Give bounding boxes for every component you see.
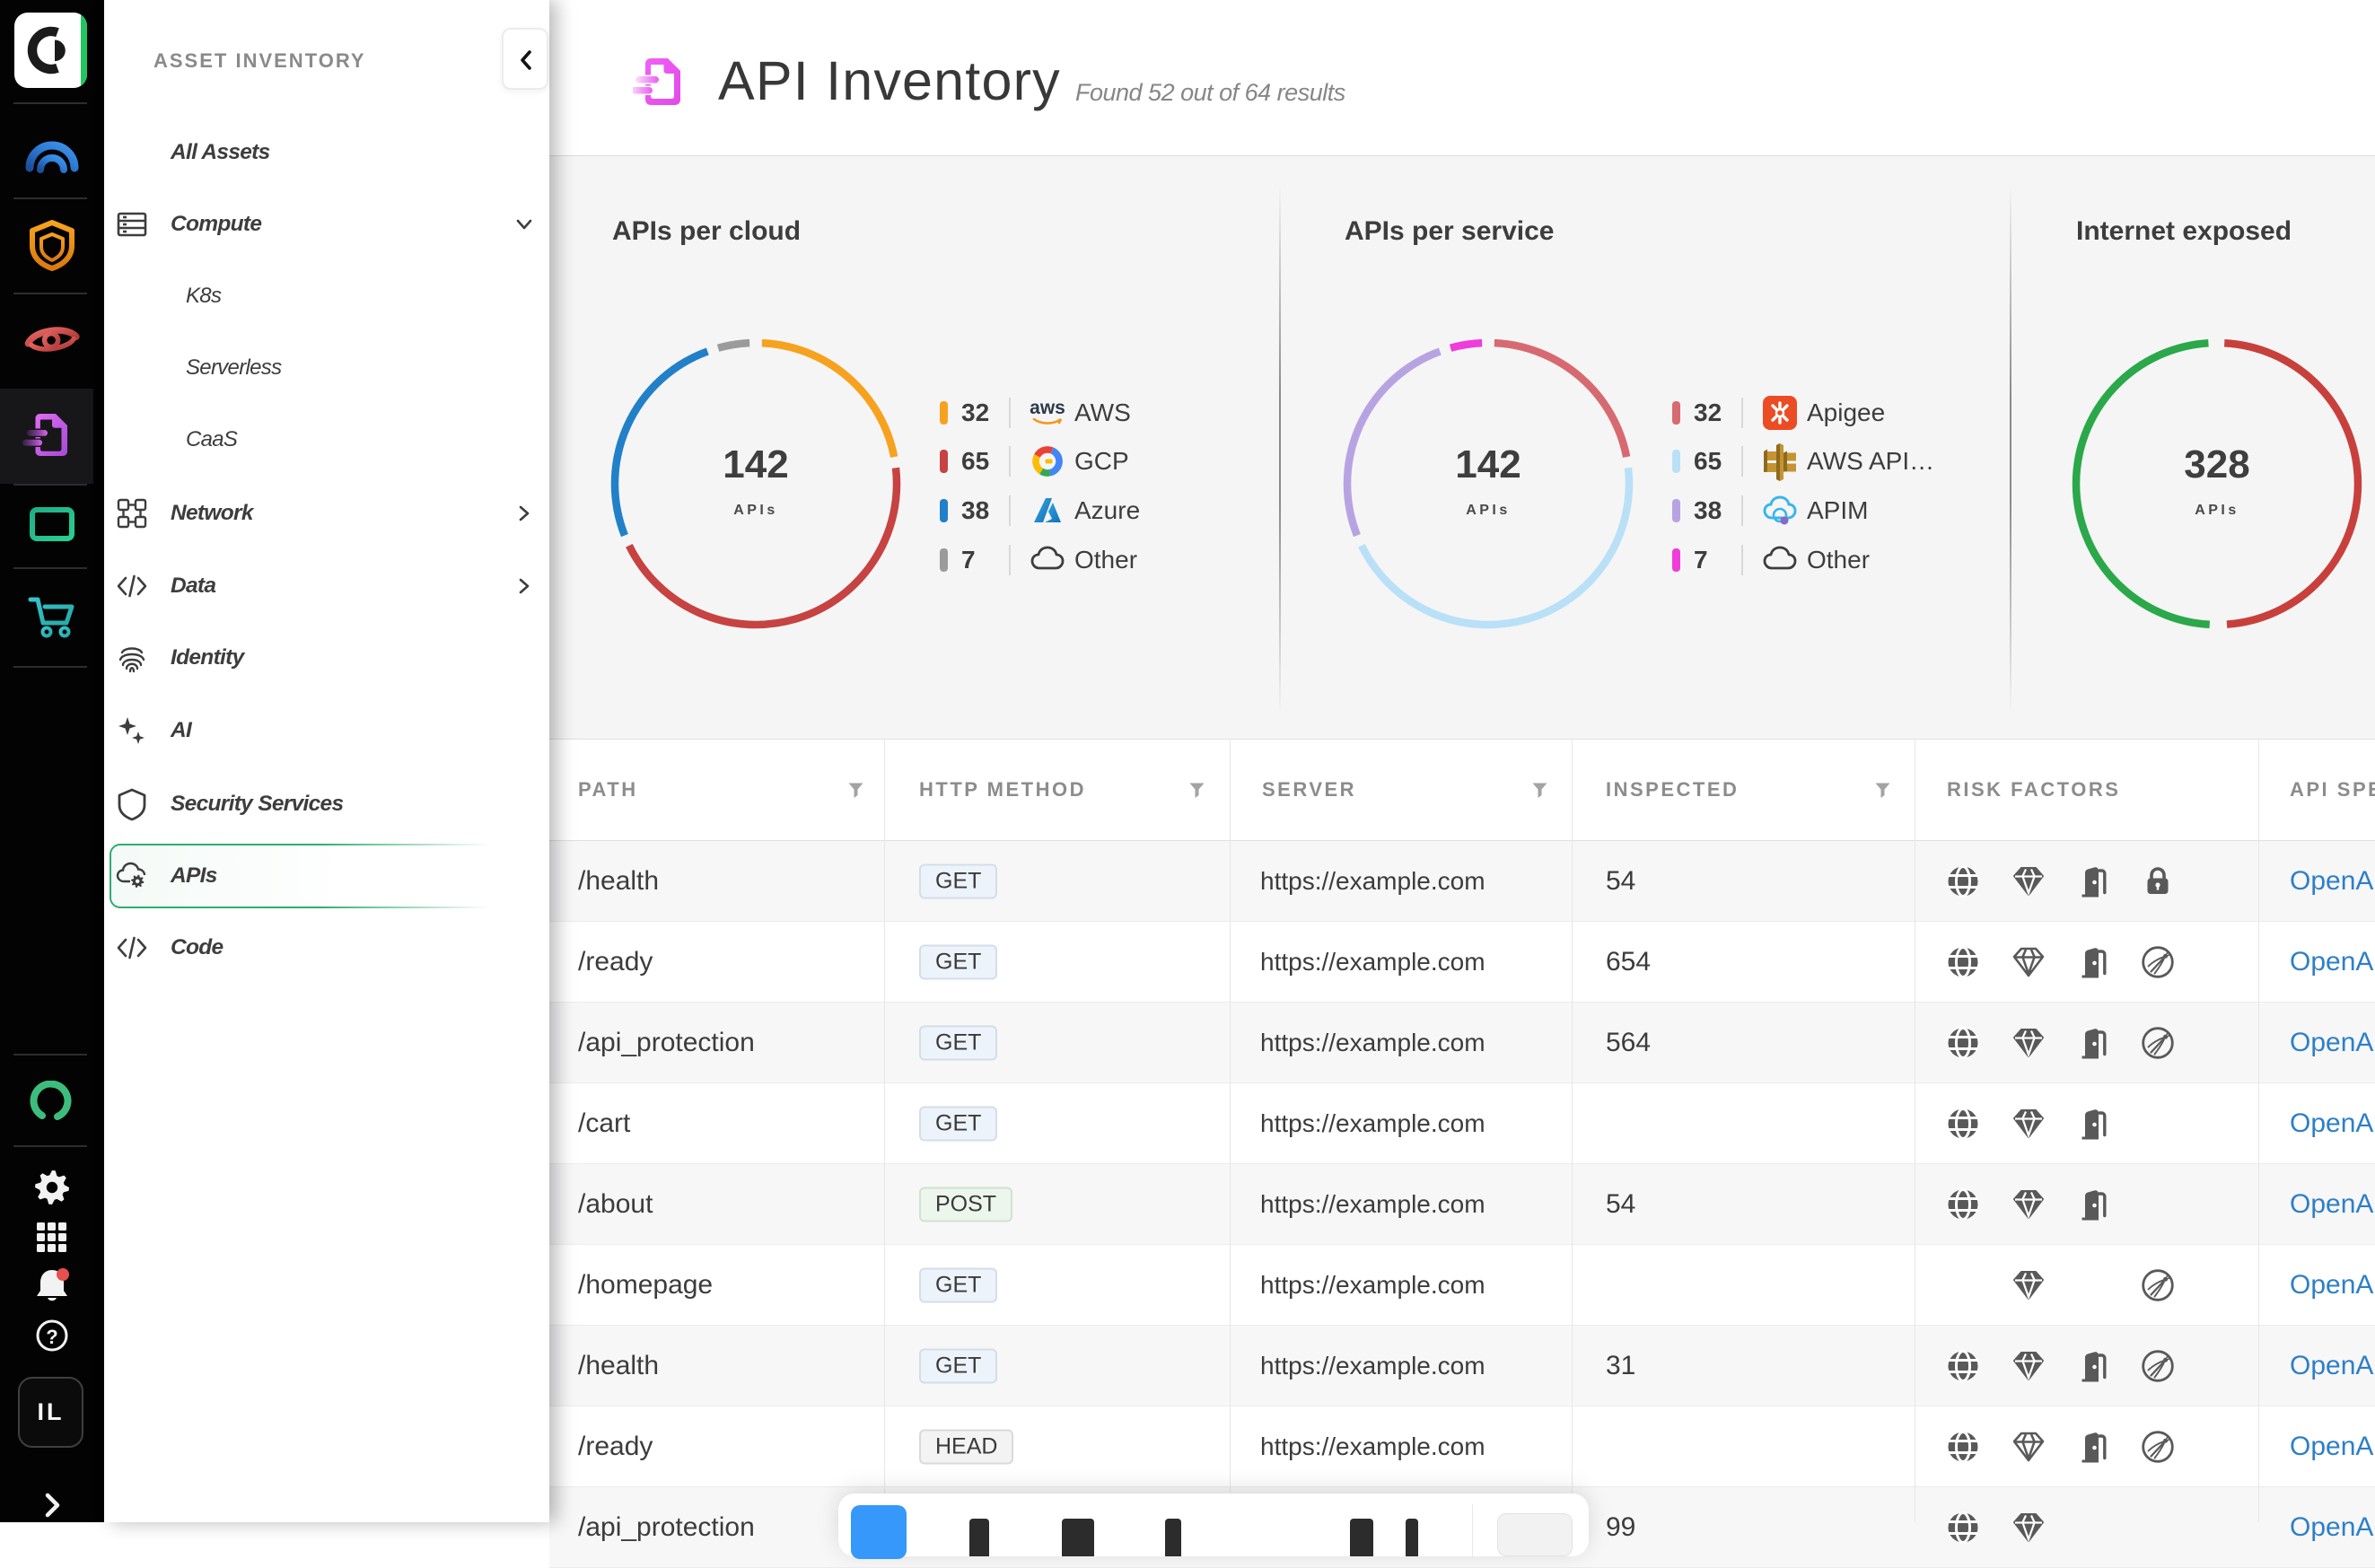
svg-text:?: ? (46, 1326, 57, 1348)
svg-text:aws: aws (1030, 398, 1065, 418)
